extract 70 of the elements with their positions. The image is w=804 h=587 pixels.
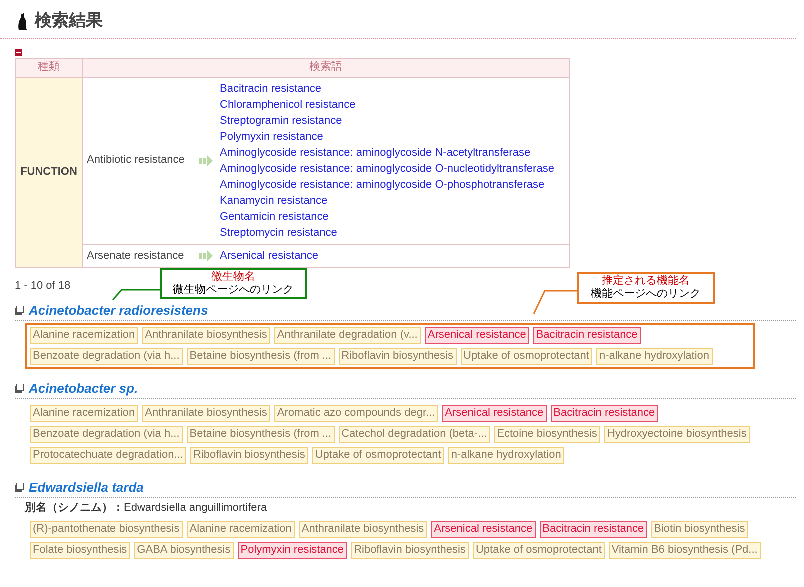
function-tag[interactable]: Arsenical resistance bbox=[442, 404, 547, 422]
function-tag[interactable]: Polymyxin resistance bbox=[238, 542, 348, 558]
function-tag[interactable]: Arsenical resistance bbox=[424, 326, 530, 344]
arrow-icon bbox=[199, 250, 213, 262]
function-tag[interactable]: Betaine biosynthesis (from ... bbox=[186, 348, 335, 364]
search-term-link[interactable]: Bacitracin resistance bbox=[220, 80, 554, 96]
organism-link[interactable]: Acinetobacter sp. bbox=[29, 380, 138, 396]
function-tag[interactable]: Riboflavin biosynthesis bbox=[190, 446, 308, 464]
function-tag[interactable]: Bacitracin resistance bbox=[533, 326, 641, 344]
function-tag[interactable]: Uptake of osmoprotectant bbox=[472, 542, 605, 558]
function-tag[interactable]: Bacitracin resistance bbox=[550, 404, 658, 422]
function-tag[interactable]: Aromatic azo compounds degr... bbox=[274, 404, 438, 422]
column-header: 種類 bbox=[16, 58, 82, 77]
function-tag[interactable]: Alanine racemization bbox=[186, 520, 295, 538]
search-term-link[interactable]: Aminoglycoside resistance: aminoglycoside N-acetyltransferase bbox=[220, 144, 554, 160]
function-tag[interactable]: Benzoate degradation (via h... bbox=[30, 426, 183, 442]
function-tag[interactable]: Uptake of osmoprotectant bbox=[312, 446, 444, 464]
search-term-link[interactable]: Arsenical resistance bbox=[220, 248, 318, 264]
function-tag[interactable]: Protocatechuate degradation... bbox=[30, 446, 186, 464]
function-tag[interactable]: Alanine racemization bbox=[30, 404, 138, 422]
search-term-link[interactable]: Aminoglycoside resistance: aminoglycoside O-phosphotransferase bbox=[220, 176, 554, 192]
search-term-link[interactable]: Chloramphenicol resistance bbox=[220, 96, 554, 112]
search-term-link[interactable]: Streptomycin resistance bbox=[220, 224, 554, 240]
function-tag[interactable]: Benzoate degradation (via h... bbox=[30, 348, 183, 364]
search-term-link[interactable]: Gentamicin resistance bbox=[220, 208, 554, 224]
function-tag[interactable]: Ectoine biosynthesis bbox=[494, 426, 600, 442]
callout-title: 微生物名 bbox=[212, 270, 256, 284]
search-term-link[interactable]: Polymyxin resistance bbox=[220, 128, 554, 144]
function-tag[interactable]: Arsenical resistance bbox=[431, 520, 536, 538]
function-tag[interactable]: Betaine biosynthesis (from ... bbox=[186, 426, 335, 442]
function-tag[interactable]: Anthranilate biosynthesis bbox=[298, 520, 428, 538]
function-tag[interactable]: Catechol degradation (beta-... bbox=[338, 426, 490, 442]
synonym-label: 別名（シノニム）： bbox=[25, 500, 124, 514]
page-title: 検索結果 bbox=[35, 10, 103, 32]
copy-icon bbox=[15, 384, 24, 393]
function-tag[interactable]: Anthranilate degradation (v... bbox=[274, 326, 421, 344]
function-tag[interactable]: Folate biosynthesis bbox=[30, 542, 130, 558]
column-header: 検索語 bbox=[82, 58, 570, 77]
callout-text: 機能ページへのリンク bbox=[591, 288, 701, 301]
function-tag[interactable]: Biotin biosynthesis bbox=[651, 520, 748, 538]
function-tag[interactable]: (R)-pantothenate biosynthesis bbox=[30, 520, 183, 538]
function-tag[interactable]: Riboflavin biosynthesis bbox=[338, 348, 456, 364]
collapse-icon[interactable] bbox=[15, 48, 22, 56]
result-count: 1 - 10 of 18 bbox=[15, 279, 71, 294]
arrow-icon bbox=[199, 154, 213, 166]
function-tag[interactable]: Anthranilate biosynthesis bbox=[142, 326, 270, 344]
organism-link[interactable]: Edwardsiella tarda bbox=[29, 480, 144, 496]
synonym-value: Edwardsiella anguillimortifera bbox=[124, 500, 268, 514]
function-tag[interactable]: Anthranilate biosynthesis bbox=[142, 404, 270, 422]
term-label: Arsenate resistance bbox=[86, 248, 186, 264]
copy-icon bbox=[15, 306, 24, 315]
category-cell: FUNCTION bbox=[16, 77, 82, 268]
organism-link[interactable]: Acinetobacter radioresistens bbox=[29, 302, 208, 318]
term-label: Antibiotic resistance bbox=[86, 153, 186, 168]
search-term-link[interactable]: Kanamycin resistance bbox=[220, 192, 554, 208]
function-tag[interactable]: Alanine racemization bbox=[30, 326, 138, 344]
copy-icon bbox=[15, 483, 24, 492]
callout-text: 微生物ページへのリンク bbox=[173, 284, 294, 296]
function-tag[interactable]: n-alkane hydroxylation bbox=[448, 446, 564, 464]
function-tag[interactable]: n-alkane hydroxylation bbox=[596, 348, 713, 364]
function-tag[interactable]: Bacitracin resistance bbox=[540, 520, 648, 538]
cat-icon bbox=[18, 12, 27, 30]
search-term-link[interactable]: Streptogramin resistance bbox=[220, 112, 554, 128]
function-tag[interactable]: Uptake of osmoprotectant bbox=[460, 348, 592, 364]
function-tag[interactable]: Hydroxyectoine biosynthesis bbox=[604, 426, 750, 442]
function-tag[interactable]: Riboflavin biosynthesis bbox=[351, 542, 469, 558]
function-tag[interactable]: Vitamin B6 biosynthesis (Pd... bbox=[608, 542, 761, 558]
function-tag[interactable]: GABA biosynthesis bbox=[134, 542, 234, 558]
search-term-link[interactable]: Aminoglycoside resistance: aminoglycoside O-nucleotidyltransferase bbox=[220, 160, 554, 176]
callout-title: 推定される機能名 bbox=[602, 275, 690, 288]
